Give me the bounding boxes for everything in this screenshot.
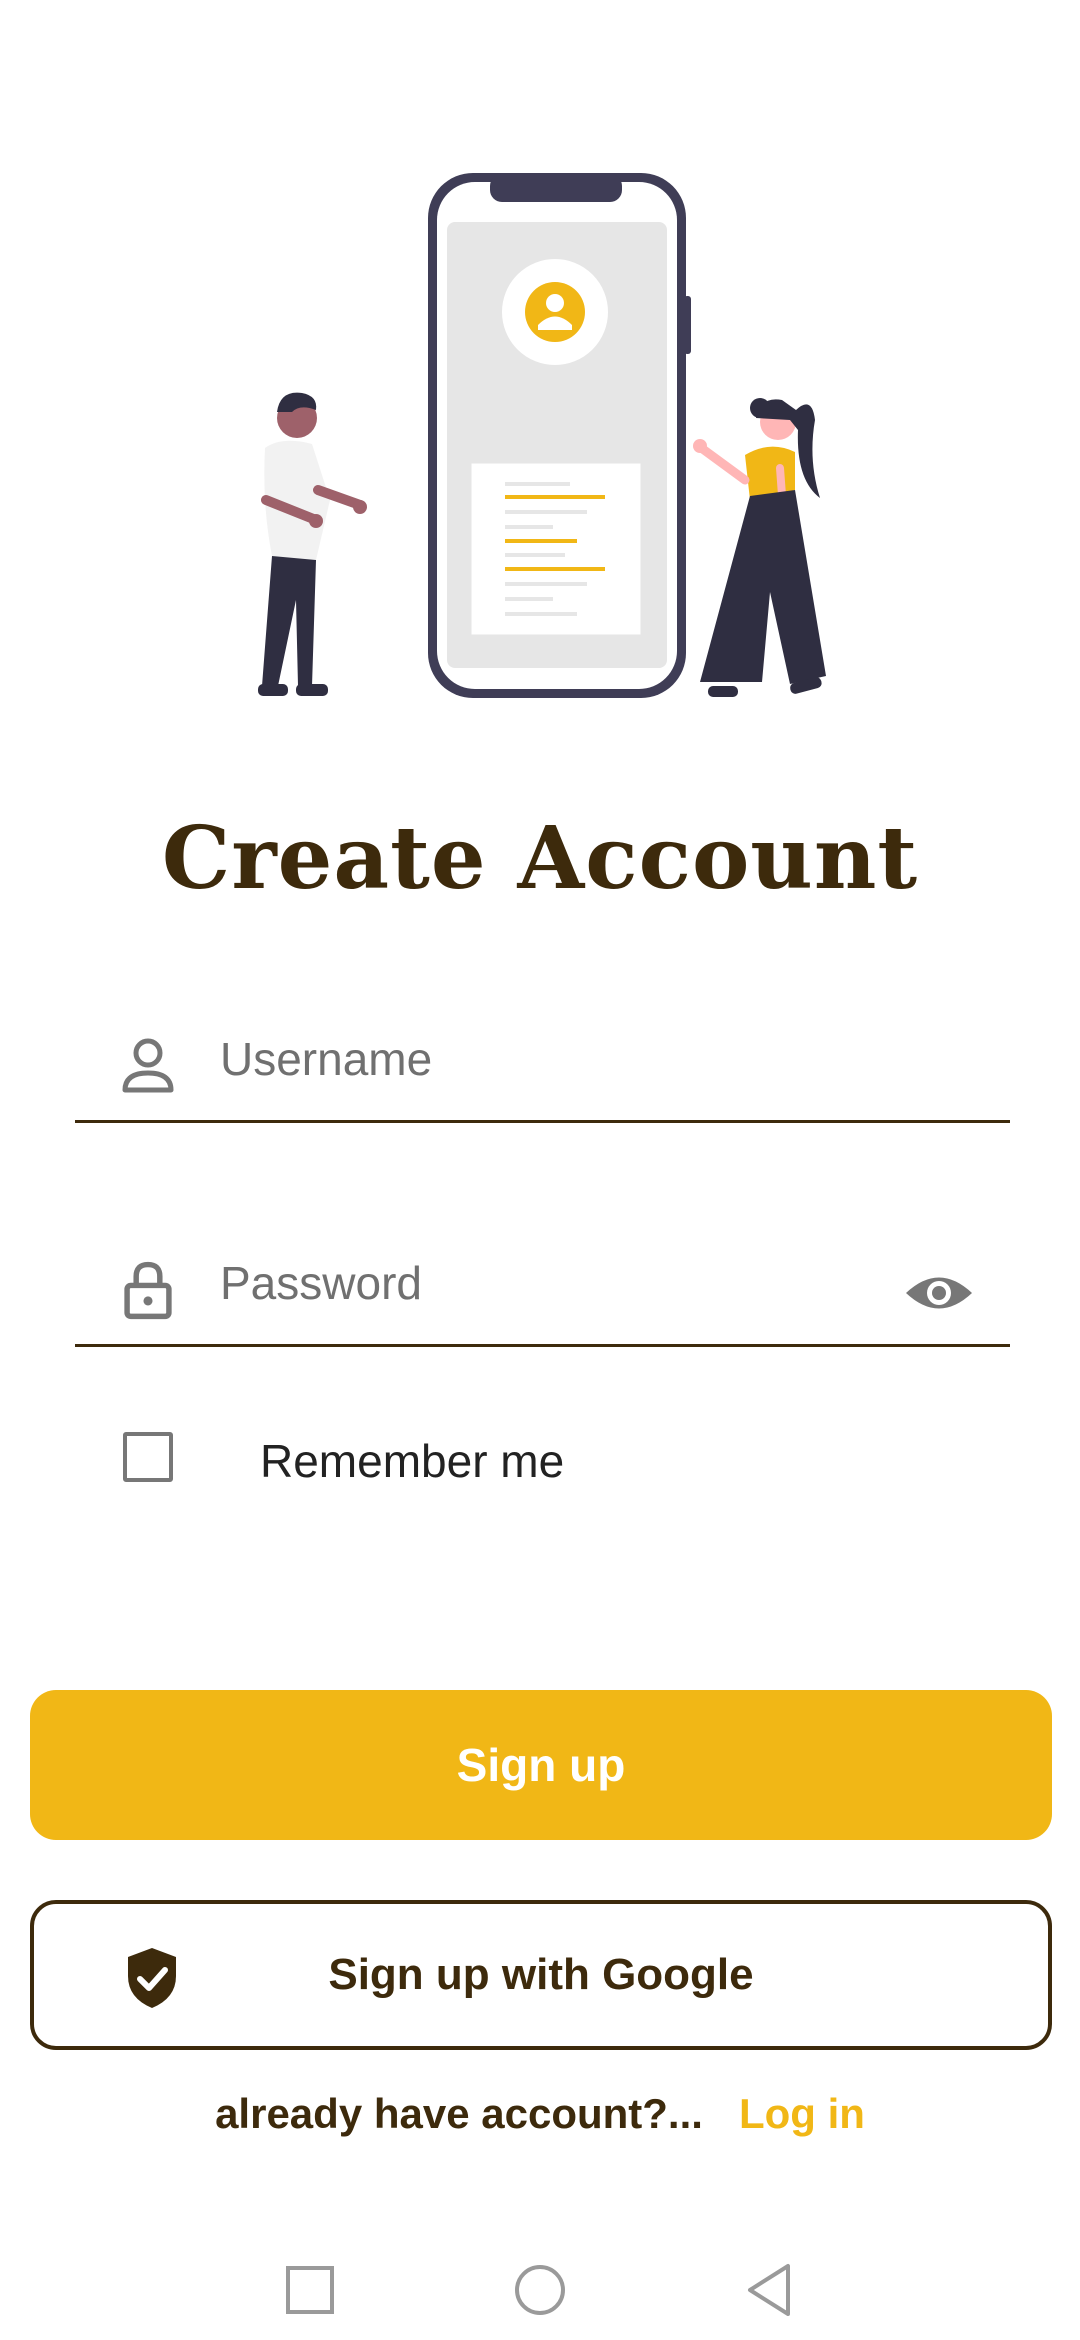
login-question: already have account?... [215,2090,703,2137]
login-link[interactable]: Log in [739,2090,865,2137]
page-title: Create Account [161,808,919,909]
eye-icon[interactable] [904,1270,974,1316]
man-figure [258,392,367,696]
remember-label: Remember me [260,1435,565,1487]
phone-illustration [428,173,691,698]
system-nav-bar [0,2240,1080,2320]
username-placeholder: Username [220,1033,433,1085]
woman-figure [693,398,826,697]
password-placeholder: Password [220,1257,422,1309]
circle-icon[interactable] [510,2260,570,2320]
password-field[interactable]: Password [75,1224,1010,1347]
signup-button-label: Sign up [456,1739,626,1791]
signup-button[interactable]: Sign up [30,1690,1052,1840]
person-icon [122,1038,174,1093]
google-button-label: Sign up with Google [328,1950,754,1999]
lock-icon [124,1261,172,1320]
username-field[interactable]: Username [75,1000,1010,1123]
login-prompt: already have account?... Log in [0,2090,1080,2138]
google-signup-button[interactable]: Sign up with Google [30,1900,1052,2050]
remember-me-row[interactable]: Remember me [120,1430,720,1490]
triangle-back-icon[interactable] [740,2260,800,2320]
square-icon[interactable] [280,2260,340,2320]
signup-illustration [258,173,826,698]
remember-checkbox[interactable] [123,1432,173,1482]
